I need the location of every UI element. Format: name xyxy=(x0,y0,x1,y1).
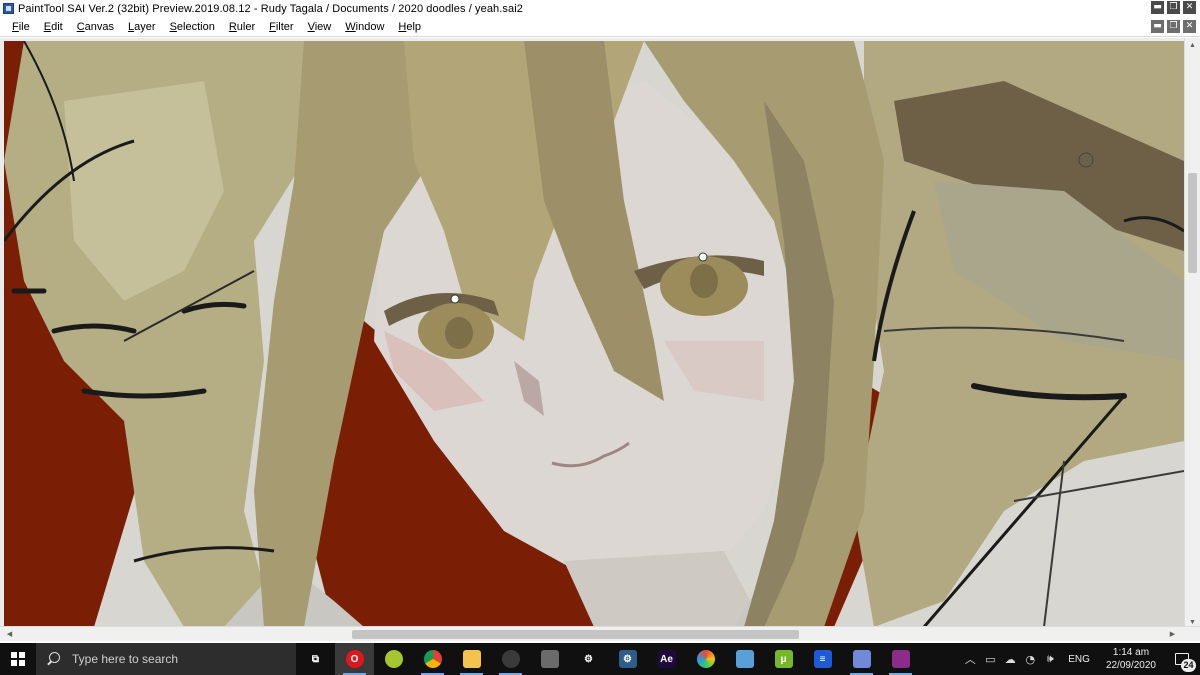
chrome-icon xyxy=(423,650,442,668)
menu-bar: File Edit Canvas Layer Selection Ruler F… xyxy=(0,17,1200,37)
taskbar-app-button[interactable] xyxy=(686,643,725,675)
right-eye-pupil xyxy=(690,264,718,298)
clock-time: 1:14 am xyxy=(1112,647,1150,658)
scroll-up-arrow-icon[interactable]: ▲ xyxy=(1187,40,1198,51)
taskbar-app-button[interactable] xyxy=(530,643,569,675)
menu-view[interactable]: View xyxy=(302,17,340,37)
start-button[interactable] xyxy=(0,643,36,675)
taskbar-app-button[interactable]: ⚙ xyxy=(608,643,647,675)
restore-button[interactable]: ❐ xyxy=(1167,1,1180,14)
blue-notes-icon xyxy=(735,650,754,668)
windows-logo-icon xyxy=(11,652,25,666)
document-close-button[interactable]: ✕ xyxy=(1183,20,1196,33)
minimize-button[interactable]: ▬ xyxy=(1151,1,1164,14)
document-restore-button[interactable]: ❐ xyxy=(1167,20,1180,33)
scroll-right-arrow-icon[interactable]: ▶ xyxy=(1167,629,1178,640)
painting-canvas[interactable] xyxy=(4,41,1184,627)
wifi-icon[interactable]: ◔ xyxy=(1020,643,1040,675)
language-indicator[interactable]: ENG xyxy=(1060,654,1098,665)
gear-icon: ⚙ xyxy=(579,650,598,668)
taskbar-app-button[interactable]: Ae xyxy=(647,643,686,675)
menu-ruler[interactable]: Ruler xyxy=(223,17,263,37)
system-tray: ︿ ▭ ☁ ◔ 🕪 ENG 1:14 am 22/09/2020 24 xyxy=(960,643,1200,675)
colors-app-icon xyxy=(696,650,715,668)
file-explorer-icon xyxy=(462,650,481,668)
volume-icon[interactable]: 🕪 xyxy=(1040,643,1060,675)
battery-icon[interactable]: ▭ xyxy=(980,643,1000,675)
menu-window[interactable]: Window xyxy=(339,17,392,37)
winrar-icon xyxy=(891,650,910,668)
menu-filter[interactable]: Filter xyxy=(263,17,301,37)
show-hidden-icons-chevron-icon[interactable]: ︿ xyxy=(960,643,980,675)
taskbar-app-button[interactable]: ≡ xyxy=(803,643,842,675)
bar-app-icon: ≡ xyxy=(813,650,832,668)
menu-canvas[interactable]: Canvas xyxy=(71,17,122,37)
taskbar-app-button[interactable] xyxy=(881,643,920,675)
taskbar-app-button[interactable] xyxy=(452,643,491,675)
taskbar-app-button[interactable]: μ xyxy=(764,643,803,675)
menu-file[interactable]: File xyxy=(0,17,38,37)
horizontal-scrollbar[interactable]: ◀ ▶ xyxy=(0,626,1200,641)
close-button[interactable]: ✕ xyxy=(1183,1,1196,14)
vertical-scroll-thumb[interactable] xyxy=(1188,173,1197,273)
clock[interactable]: 1:14 am 22/09/2020 xyxy=(1098,646,1164,672)
title-bar: PaintTool SAI Ver.2 (32bit) Preview.2019… xyxy=(0,0,1200,17)
action-center-button[interactable]: 24 xyxy=(1164,643,1200,675)
taskbar-app-button[interactable] xyxy=(725,643,764,675)
search-placeholder: Type here to search xyxy=(72,652,179,666)
taskbar-app-button[interactable] xyxy=(491,643,530,675)
discord-icon xyxy=(852,650,871,668)
search-icon xyxy=(46,651,62,667)
windows-taskbar: Type here to search ⧉ O ⚙ ⚙ Ae μ ≡ ︿ ▭ ☁ ◔ 🕪 E… xyxy=(0,643,1200,675)
menu-layer[interactable]: Layer xyxy=(122,17,164,37)
pen-tablet-icon xyxy=(540,650,559,668)
painting-artwork xyxy=(4,41,1184,627)
onedrive-cloud-icon[interactable]: ☁ xyxy=(1000,643,1020,675)
taskbar-app-button[interactable] xyxy=(374,643,413,675)
taskbar-app-button[interactable] xyxy=(413,643,452,675)
notification-count-badge: 24 xyxy=(1181,659,1196,672)
document-controls: ▬ ❐ ✕ xyxy=(1151,20,1196,33)
taskbar-app-button[interactable] xyxy=(842,643,881,675)
tennis-ball-icon xyxy=(384,650,403,668)
right-eye-highlight xyxy=(698,252,708,262)
utorrent-icon: μ xyxy=(774,650,793,668)
menu-edit[interactable]: Edit xyxy=(38,17,71,37)
left-eye-pupil xyxy=(445,317,473,349)
canvas-area xyxy=(0,38,1200,630)
painttool-sai-icon xyxy=(3,3,14,14)
taskbar-search-box[interactable]: Type here to search xyxy=(36,643,296,675)
task-view-icon: ⧉ xyxy=(306,650,325,668)
menu-selection[interactable]: Selection xyxy=(164,17,223,37)
horizontal-scroll-thumb[interactable] xyxy=(352,630,799,639)
taskbar-apps: ⧉ O ⚙ ⚙ Ae μ ≡ xyxy=(296,643,920,675)
vertical-scrollbar[interactable]: ▲ ▼ xyxy=(1184,38,1200,630)
settings-cogs-icon: ⚙ xyxy=(618,650,637,668)
opera-icon: O xyxy=(345,650,364,668)
taskbar-app-button[interactable]: O xyxy=(335,643,374,675)
taskbar-app-button[interactable]: ⚙ xyxy=(569,643,608,675)
window-title: PaintTool SAI Ver.2 (32bit) Preview.2019… xyxy=(18,2,524,15)
obs-icon xyxy=(501,650,520,668)
clock-date: 22/09/2020 xyxy=(1105,660,1156,671)
document-minimize-button[interactable]: ▬ xyxy=(1151,20,1164,33)
window-controls: ▬ ❐ ✕ xyxy=(1151,1,1196,14)
taskbar-app-button[interactable]: ⧉ xyxy=(296,643,335,675)
menu-help[interactable]: Help xyxy=(392,17,429,37)
left-eye-highlight xyxy=(450,294,460,304)
after-effects-icon: Ae xyxy=(657,650,676,668)
scroll-left-arrow-icon[interactable]: ◀ xyxy=(4,629,15,640)
